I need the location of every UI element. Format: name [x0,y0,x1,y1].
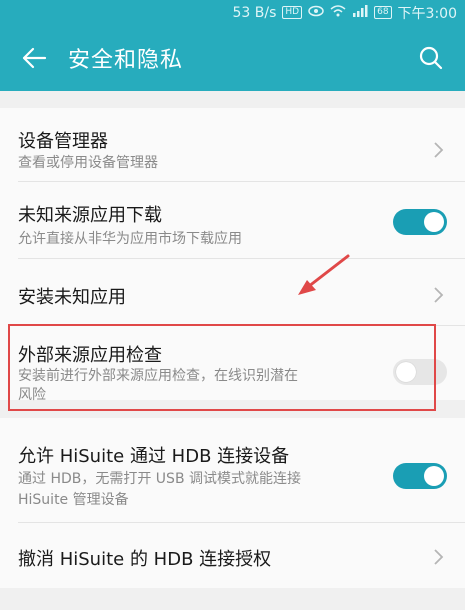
search-button[interactable] [409,36,453,80]
setting-title: 未知来源应用下载 [18,205,162,226]
setting-title: 设备管理器 [18,131,108,152]
chevron-right-icon [434,549,444,565]
toggle-knob [424,466,444,486]
setting-title: 撤消 HiSuite 的 HDB 连接授权 [18,549,272,570]
setting-revoke-hisuite-hdb[interactable]: 撤消 HiSuite 的 HDB 连接授权 [0,523,465,588]
setting-hisuite-hdb-connect[interactable]: 允许 HiSuite 通过 HDB 连接设备 通过 HDB，无需打开 USB 调… [0,418,465,522]
clock: 下午3:00 [397,5,457,22]
signal-icon [352,5,368,20]
setting-subtitle-line2: HiSuite 管理设备 [18,492,129,508]
status-bar: 53 B/s HD 68 下午3:00 [0,0,465,25]
hisuite-hdb-toggle[interactable] [393,463,447,489]
setting-subtitle-line1: 通过 HDB，无需打开 USB 调试模式就能连接 [18,471,302,487]
annotation-arrow-icon [298,254,350,295]
toggle-knob [424,212,444,232]
setting-title: 允许 HiSuite 通过 HDB 连接设备 [18,446,290,467]
net-speed: 53 B/s [232,4,277,21]
annotation-highlight-box [8,324,436,411]
page-title: 安全和隐私 [68,48,184,73]
search-icon [419,46,443,70]
hisuite-settings-card: 允许 HiSuite 通过 HDB 连接设备 通过 HDB，无需打开 USB 调… [0,418,465,588]
setting-install-unknown-apps[interactable]: 安装未知应用 [0,259,465,325]
setting-unknown-source-download[interactable]: 未知来源应用下载 允许直接从非华为应用市场下载应用 [0,182,465,258]
battery-icon: 68 [374,6,392,19]
eye-icon [308,5,324,20]
chevron-right-icon [434,287,444,303]
setting-subtitle: 查看或停用设备管理器 [18,155,158,171]
wifi-icon [330,5,346,20]
back-arrow-icon [22,47,47,69]
app-bar: 安全和隐私 [0,25,465,91]
setting-device-manager[interactable]: 设备管理器 查看或停用设备管理器 [0,108,465,181]
chevron-right-icon [434,142,444,158]
unknown-source-download-toggle[interactable] [393,209,447,235]
setting-subtitle: 允许直接从非华为应用市场下载应用 [18,231,242,247]
setting-title: 安装未知应用 [18,287,126,308]
back-button[interactable] [14,38,54,78]
hd-badge-icon: HD [282,6,303,19]
